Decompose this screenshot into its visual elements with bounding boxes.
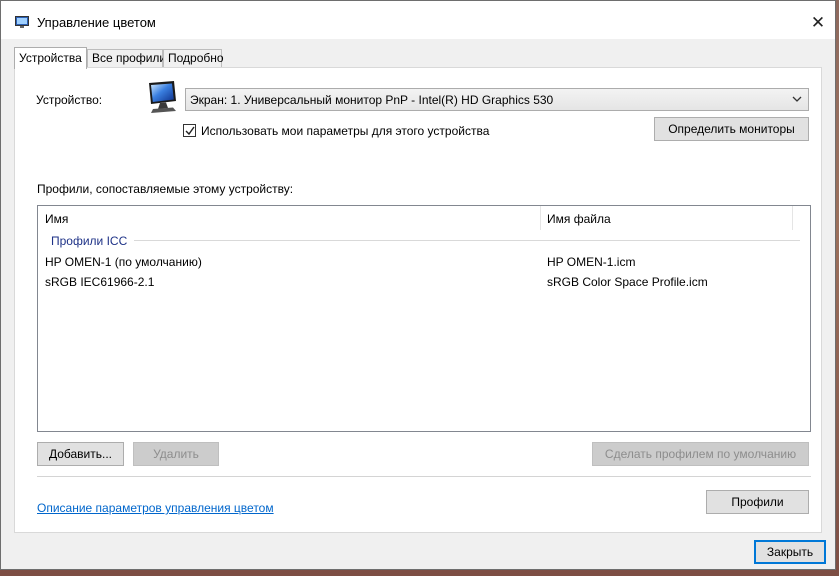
profile-filename: HP OMEN-1.icm [547, 255, 636, 269]
device-select[interactable]: Экран: 1. Универсальный монитор PnP - In… [185, 88, 809, 111]
column-header-name[interactable]: Имя [45, 212, 68, 226]
chevron-down-icon [792, 96, 802, 102]
remove-button[interactable]: Удалить [133, 442, 219, 466]
profile-name: HP OMEN-1 (по умолчанию) [45, 255, 202, 269]
tab-advanced[interactable]: Подробно [163, 49, 224, 68]
profiles-button[interactable]: Профили [706, 490, 809, 514]
use-my-settings-label[interactable]: Использовать мои параметры для этого уст… [201, 124, 489, 138]
profiles-heading: Профили, сопоставляемые этому устройству… [37, 182, 294, 196]
column-divider[interactable] [540, 206, 541, 230]
checkmark-icon [185, 126, 195, 136]
group-label-icc: Профили ICC [51, 234, 128, 248]
use-my-settings-checkbox[interactable] [183, 124, 196, 137]
identify-monitors-button[interactable]: Определить мониторы [654, 117, 809, 141]
devices-tab-panel: Устройство: Экран: 1. Универсальный мони… [14, 67, 822, 533]
add-button[interactable]: Добавить... [37, 442, 124, 466]
divider [37, 476, 811, 477]
close-window-icon[interactable]: ✕ [807, 13, 829, 33]
profiles-list[interactable]: Имя Имя файла Профили ICC HP OMEN-1 (по … [37, 205, 811, 432]
close-button[interactable]: Закрыть [754, 540, 826, 564]
color-management-help-link[interactable]: Описание параметров управления цветом [37, 501, 274, 515]
column-header-filename[interactable]: Имя файла [547, 212, 611, 226]
profile-filename: sRGB Color Space Profile.icm [547, 275, 708, 289]
set-default-profile-button[interactable]: Сделать профилем по умолчанию [592, 442, 809, 466]
profile-name: sRGB IEC61966-2.1 [45, 275, 155, 289]
tab-devices[interactable]: Устройства [14, 47, 87, 69]
table-row[interactable]: sRGB IEC61966-2.1 sRGB Color Space Profi… [38, 272, 810, 292]
tab-all-profiles[interactable]: Все профили [87, 49, 166, 68]
group-divider [134, 240, 800, 241]
column-divider[interactable] [792, 206, 793, 230]
window-title: Управление цветом [37, 15, 156, 30]
color-management-app-icon [15, 16, 29, 28]
title-bar: Управление цветом ✕ [1, 1, 835, 39]
monitor-icon [149, 81, 176, 113]
table-row[interactable]: HP OMEN-1 (по умолчанию) HP OMEN-1.icm [38, 252, 810, 272]
device-select-value: Экран: 1. Универсальный монитор PnP - In… [190, 93, 554, 107]
device-label: Устройство: [36, 93, 103, 107]
color-management-window: Управление цветом ✕ Устройства Все профи… [0, 0, 836, 570]
